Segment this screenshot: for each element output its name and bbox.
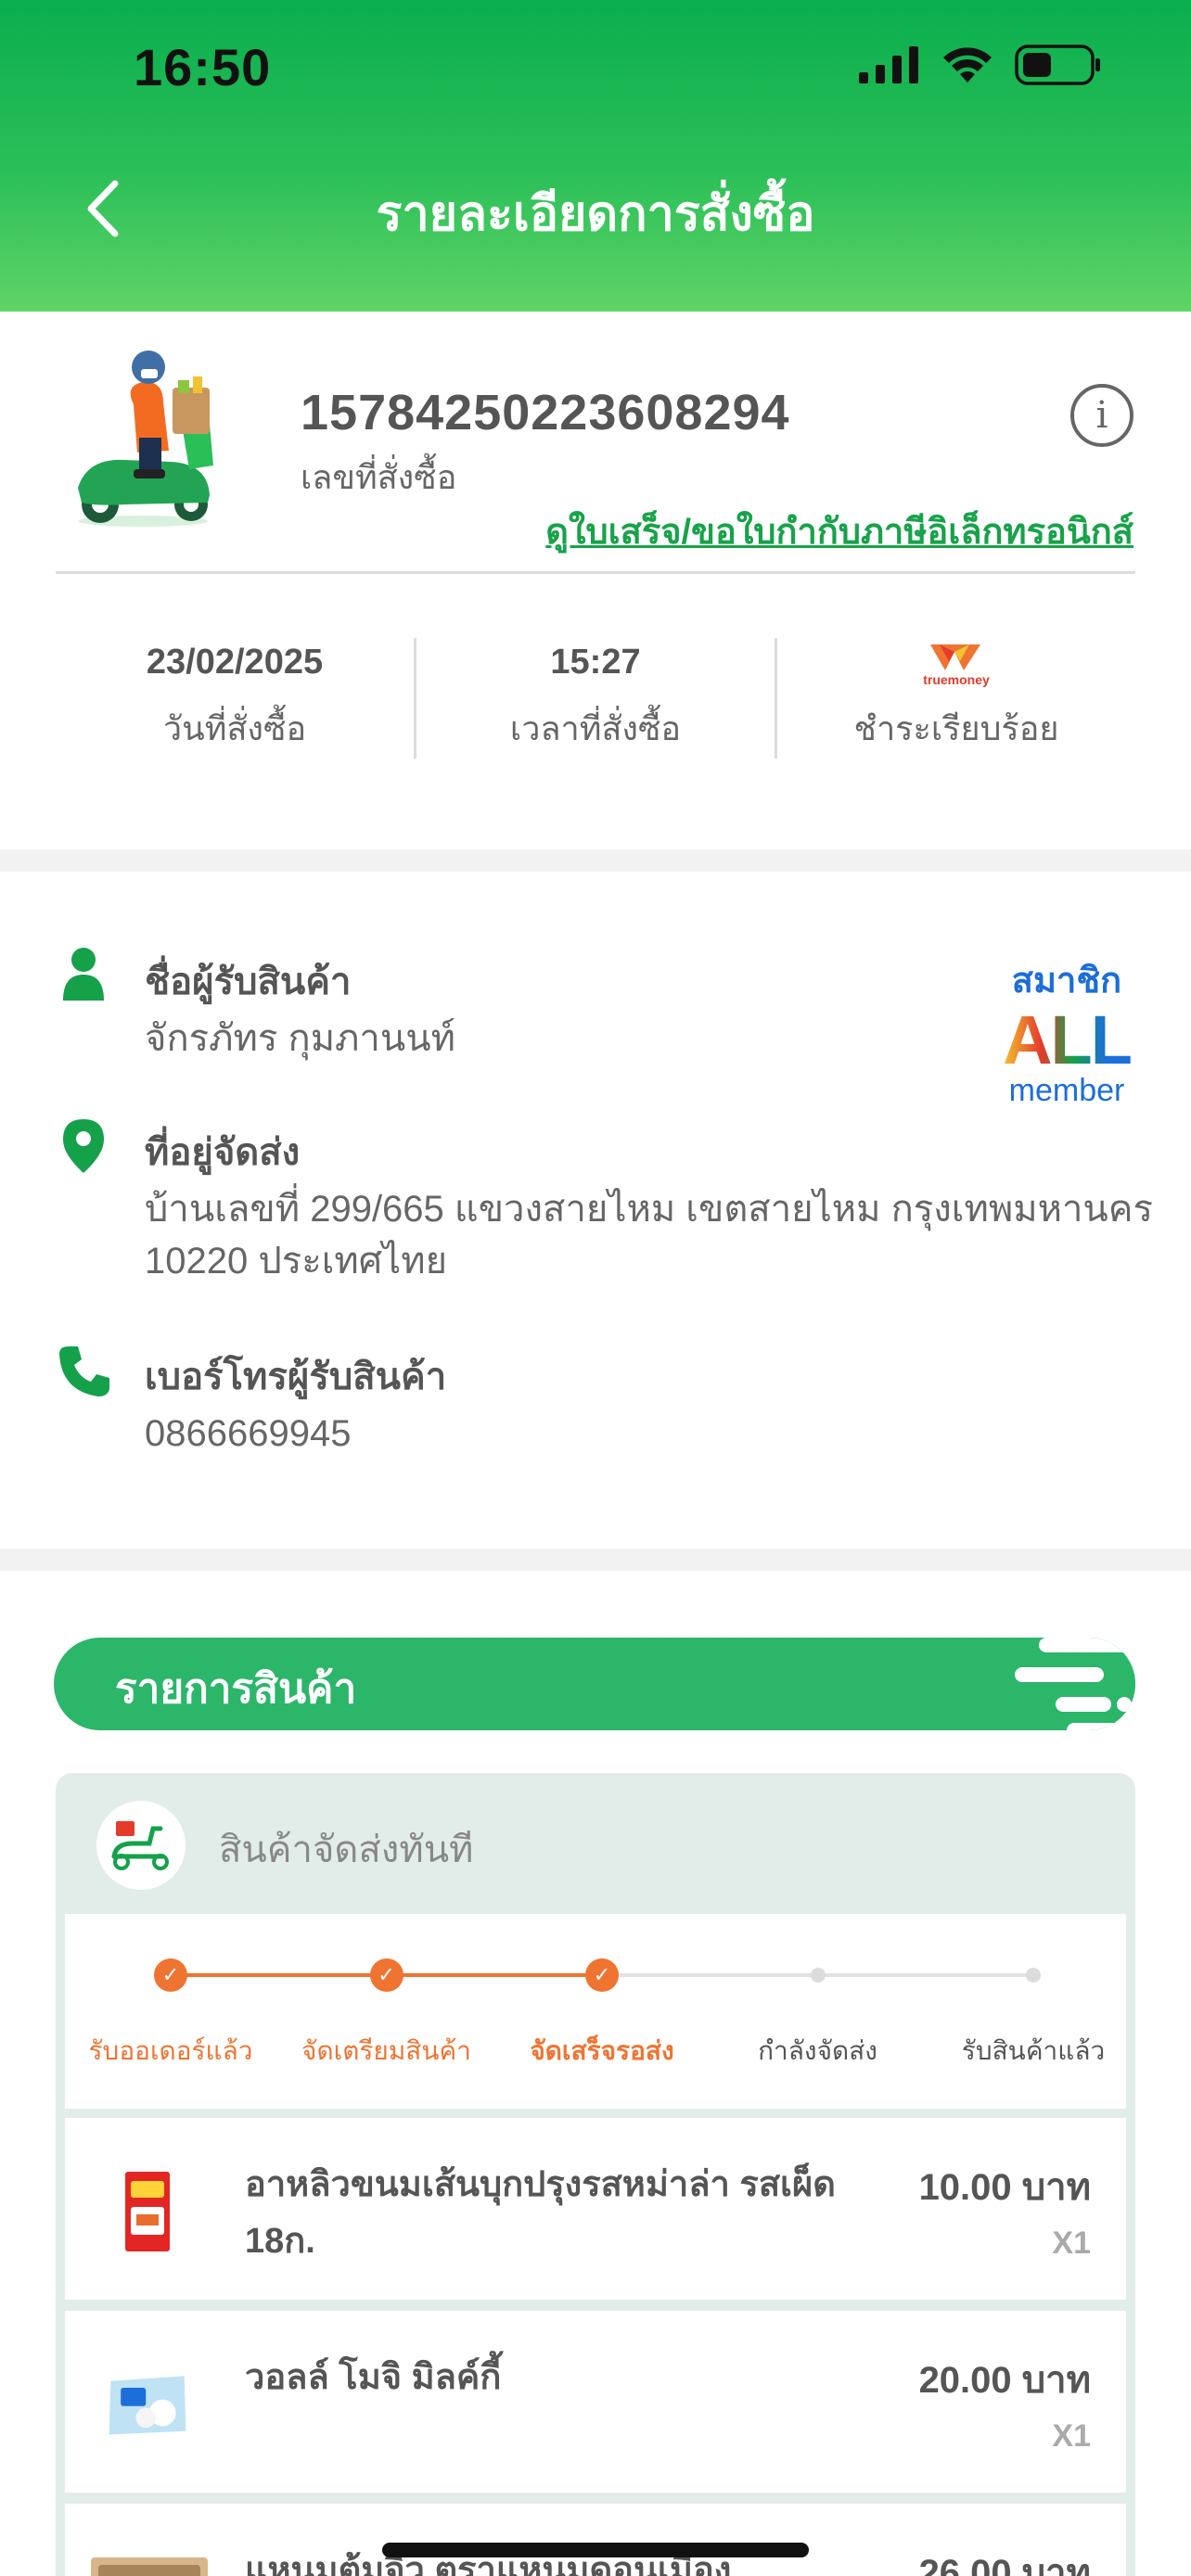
delivery-type-row: สินค้าจัดส่งทันที — [56, 1773, 1135, 1914]
order-date-value: 23/02/2025 — [146, 642, 324, 682]
address-line-1: บ้านเลขที่ 299/665 แขวงสายไหม เขตสายไหม … — [145, 1189, 1153, 1230]
info-icon: i — [1095, 394, 1108, 437]
product-price: 26.00 บาท — [918, 2553, 1091, 2576]
product-quantity: X1 — [1052, 2225, 1091, 2261]
order-progress: ✓ รับออเดอร์แล้ว ✓ จัดเตรียมสินค้า ✓ จัดเสร็จ… — [65, 1914, 1126, 2109]
phone-title: เบอร์โทรผู้รับสินค้า — [145, 1357, 447, 1397]
order-number-label: เลขที่สั่งซื้อ — [301, 458, 457, 496]
products-header-title: รายการสินค้า — [115, 1666, 357, 1712]
address-line-2: 10220 ประเทศไทย — [145, 1241, 448, 1282]
recipient-card: ชื่อผู้รับสินค้า จักรภัทร กุมภานนท์ สมาช… — [0, 872, 1191, 1549]
list-item[interactable]: วอลล์ โมจิ มิลค์กี้ 20.00 บาท X1 — [65, 2311, 1126, 2493]
order-time: 15:27 เวลาที่สั่งซื้อ — [414, 638, 775, 759]
all-member-bottom-text: member — [1008, 1073, 1125, 1108]
all-member-logo-text: ALL — [992, 1006, 1141, 1075]
signal-icon — [859, 46, 918, 83]
products-header: รายการสินค้า — [54, 1638, 1135, 1730]
page-title: รายละเอียดการสั่งซื้อ — [376, 187, 815, 241]
step-pending-dot — [810, 1968, 826, 1983]
info-button[interactable]: i — [1070, 384, 1133, 447]
progress-step-label: รับสินค้าแล้ว — [961, 2036, 1106, 2065]
receipt-link[interactable]: ดูใบเสร็จ/ขอใบกำกับภาษีอิเล็กทรอนิกส์ — [545, 503, 1133, 559]
progress-step-label: จัดเสร็จรอส่ง — [530, 2036, 674, 2065]
product-thumbnail — [106, 2170, 189, 2253]
order-time-label: เวลาที่สั่งซื้อ — [509, 708, 682, 747]
truemoney-icon — [929, 644, 980, 670]
order-number: 1578425022360829​4 — [301, 385, 790, 440]
order-time-value: 15:27 — [550, 642, 641, 682]
wifi-icon — [943, 47, 992, 83]
list-item[interactable]: แหนมตุ้มจิ๋ว ตราแหนมดอนเมือง 26.00 บาท — [65, 2504, 1126, 2576]
delivery-scooter-icon — [96, 1801, 186, 1890]
progress-step-label: รับออเดอร์แล้ว — [88, 2036, 253, 2065]
all-member-logo: สมาชิก ALL member — [992, 951, 1141, 1108]
order-date-label: วันที่สั่งซื้อ — [162, 708, 307, 747]
app-header: 16:50 รายละเอียดการสั่งซื้อ — [0, 0, 1191, 312]
all-member-top-text: สมาชิก — [1011, 962, 1122, 1001]
address-title: ที่อยู่จัดส่ง — [145, 1132, 301, 1173]
delivery-scooter-illustration — [78, 351, 213, 527]
recipient-name: จักรภัทร กุมภานนท์ — [145, 1018, 455, 1059]
product-name: อาหลิวขนมเส้นบุกปรุงรสหม่าล่า รสเผ็ด 18ก… — [245, 2165, 836, 2261]
product-price: 10.00 บาท — [918, 2167, 1091, 2208]
product-thumbnail — [89, 2556, 210, 2576]
order-meta-row: 23/02/2025 วันที่สั่งซื้อ 15:27 เวลาที่ส… — [56, 638, 1135, 759]
order-detail-screen: 16:50 รายละเอียดการสั่งซื้อ 157842502236… — [0, 0, 1191, 2576]
step-check-icon: ✓ — [154, 1958, 187, 1992]
product-name: วอลล์ โมจิ มิลค์กี้ — [245, 2358, 502, 2397]
progress-step-label: กำลังจัดส่ง — [758, 2036, 877, 2065]
step-check-icon: ✓ — [585, 1958, 619, 1992]
truemoney-logo: truemoney — [923, 643, 990, 693]
person-icon — [56, 946, 111, 1001]
order-date: 23/02/2025 วันที่สั่งซื้อ — [56, 638, 414, 759]
progress-step-label: จัดเตรียมสินค้า — [301, 2036, 471, 2065]
step-check-icon: ✓ — [369, 1958, 403, 1992]
delivery-type-label: สินค้าจัดส่งทันที — [219, 1830, 474, 1870]
status-time: 16:50 — [134, 38, 272, 96]
location-pin-icon — [56, 1118, 111, 1174]
truemoney-wordmark: truemoney — [923, 671, 990, 687]
phone-icon — [56, 1343, 111, 1398]
battery-icon — [1015, 45, 1100, 85]
status-icons — [859, 45, 1102, 85]
products-section: รายการสินค้า สินค้าจัดส่งทันที ✓ รับออเด… — [0, 1571, 1191, 2576]
speed-lines-icon — [1015, 1638, 1135, 1730]
order-summary-card: 1578425022360829​4 เลขที่สั่งซื้อ i ดูใบ… — [0, 312, 1191, 849]
payment-status: truemoney ชำระเรียบร้อย — [775, 638, 1135, 759]
recipient-name-title: ชื่อผู้รับสินค้า — [145, 962, 352, 1002]
recipient-phone: 0866669945 — [145, 1413, 352, 1454]
product-thumbnail — [106, 2363, 189, 2446]
product-quantity: X1 — [1052, 2418, 1091, 2454]
delivery-panel: สินค้าจัดส่งทันที ✓ รับออเดอร์แล้ว ✓ จัดเตร… — [56, 1773, 1135, 2576]
product-price: 20.00 บาท — [918, 2360, 1091, 2401]
all-wordmark: ALL — [1003, 1001, 1133, 1078]
divider — [56, 571, 1135, 574]
list-item[interactable]: อาหลิวขนมเส้นบุกปรุงรสหม่าล่า รสเผ็ด 18ก… — [65, 2118, 1126, 2300]
step-pending-dot — [1026, 1968, 1041, 1983]
home-indicator[interactable] — [382, 2543, 809, 2557]
payment-status-label: ชำระเรียบร้อย — [853, 708, 1059, 747]
